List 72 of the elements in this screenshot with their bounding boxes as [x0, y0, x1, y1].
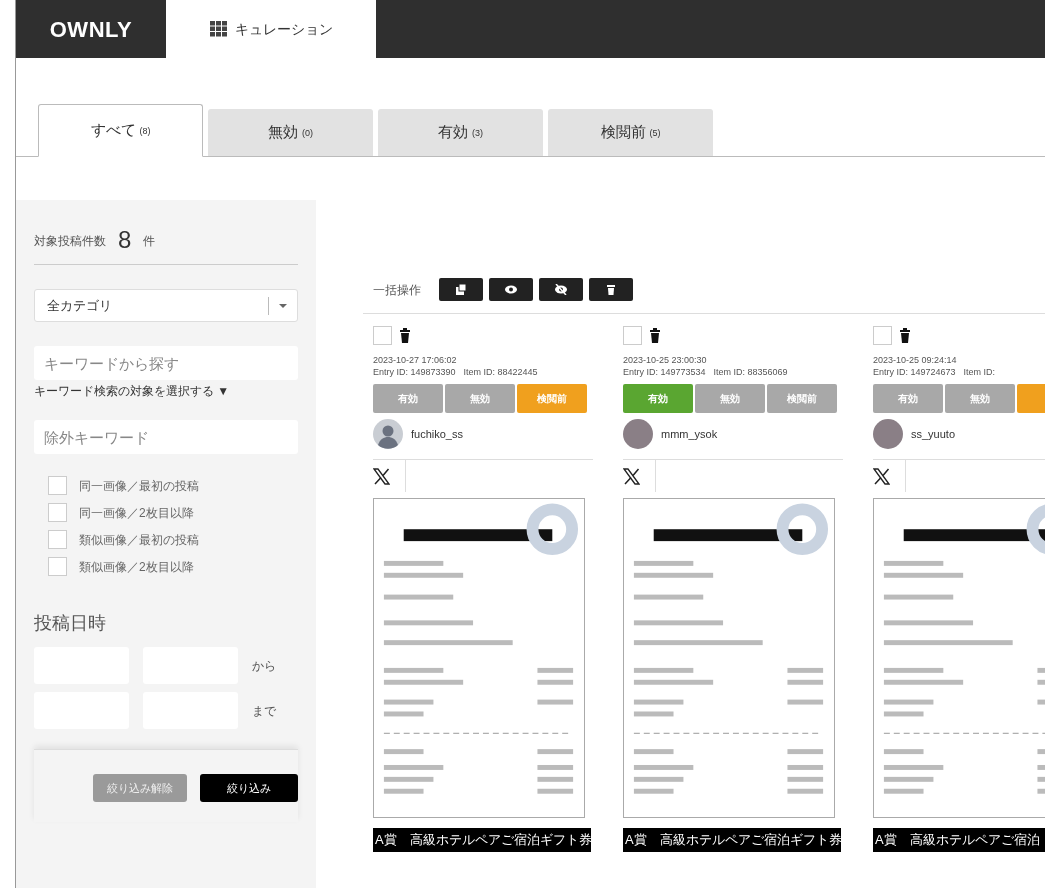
avatar-photo-placeholder: [623, 419, 653, 449]
tab[interactable]: 無効 (0): [208, 109, 373, 156]
eye-icon: [505, 284, 517, 295]
x-logo-icon: [623, 467, 640, 485]
status-button[interactable]: 有効: [373, 384, 443, 413]
delete-button[interactable]: [589, 278, 633, 301]
post-date: 2023-10-27 17:06:02: [373, 354, 458, 366]
tab[interactable]: 検閲前 (5): [548, 109, 713, 156]
nav-tab[interactable]: キュレーション: [166, 0, 376, 58]
filter-label: 類似画像／最初の投稿: [79, 531, 199, 549]
status-button[interactable]: 検閲前: [767, 384, 837, 413]
caret-icon: [279, 303, 287, 308]
copy-icon: [455, 284, 467, 295]
date-range-label: から: [252, 657, 276, 675]
filter-button[interactable]: 絞り込み: [200, 774, 298, 802]
checkbox[interactable]: [873, 326, 892, 345]
prize-label: A賞 高級ホテルペアご宿泊: [873, 828, 1045, 852]
date-title: 投稿日時: [34, 612, 107, 635]
avatar-photo-placeholder: [873, 419, 903, 449]
keyword-field[interactable]: キーワードから探す: [34, 346, 298, 380]
status-button[interactable]: 有効: [873, 384, 943, 413]
item-id: Item ID: 88422445: [463, 366, 538, 378]
eye-slash-icon: [555, 284, 567, 295]
item-id: Item ID: 88356069: [713, 366, 788, 378]
entry-id: Entry ID: 149724673: [873, 366, 956, 378]
checkbox[interactable]: [48, 530, 67, 549]
prize-label: A賞 高級ホテルペアご宿泊ギフト券: [373, 828, 591, 852]
entry-id: Entry ID: 149873390: [373, 366, 456, 378]
trash-icon: [899, 328, 911, 343]
entry-id: Entry ID: 149773534: [623, 366, 706, 378]
status-button[interactable]: 検閲前: [517, 384, 587, 413]
exclude-keyword-field[interactable]: 除外キーワード: [34, 420, 298, 454]
checkbox[interactable]: [373, 326, 392, 345]
tab[interactable]: すべて (8): [38, 104, 203, 157]
status-button[interactable]: 無効: [695, 384, 765, 413]
post-date: 2023-10-25 23:00:30: [623, 354, 708, 366]
keyword-target-link[interactable]: キーワード検索の対象を選択する ▼: [34, 384, 298, 399]
clear-filter-button[interactable]: 絞り込み解除: [93, 774, 187, 802]
avatar-silhouette-icon: [373, 419, 403, 449]
status-button[interactable]: 無効: [445, 384, 515, 413]
filter-label: 類似画像／2枚目以降: [79, 558, 194, 576]
status-button[interactable]: 無効: [945, 384, 1015, 413]
status-button[interactable]: 有効: [623, 384, 693, 413]
post-count: 8: [118, 228, 132, 252]
prize-label: A賞 高級ホテルペアご宿泊ギフト券: [623, 828, 841, 852]
count-label: 対象投稿件数: [34, 233, 106, 250]
tab[interactable]: 有効 (3): [378, 109, 543, 156]
count-unit: 件: [143, 233, 156, 250]
show-button[interactable]: [489, 278, 533, 301]
username: mmm_ysok: [661, 426, 718, 442]
username: fuchiko_ss: [411, 426, 463, 442]
checkbox[interactable]: [623, 326, 642, 345]
checkbox[interactable]: [48, 476, 67, 495]
checkbox[interactable]: [48, 503, 67, 522]
date-range-label: まで: [252, 702, 276, 720]
item-id: Item ID:: [963, 366, 996, 378]
x-logo-icon: [373, 467, 390, 485]
logo: OWNLY: [48, 15, 134, 44]
hide-button[interactable]: [539, 278, 583, 301]
copy-button[interactable]: [439, 278, 483, 301]
bulk-label: 一括操作: [373, 281, 421, 299]
trash-icon: [649, 328, 661, 343]
grid-icon: [209, 21, 227, 37]
filter-label: 同一画像／最初の投稿: [79, 477, 199, 495]
filter-label: 同一画像／2枚目以降: [79, 504, 194, 522]
post-date: 2023-10-25 09:24:14: [873, 354, 958, 366]
trash-icon: [399, 328, 411, 343]
checkbox[interactable]: [48, 557, 67, 576]
x-logo-icon: [873, 467, 890, 485]
category-select[interactable]: 全カテゴリ: [34, 289, 298, 322]
trash-icon: [605, 284, 617, 295]
username: ss_yuuto: [911, 426, 956, 442]
